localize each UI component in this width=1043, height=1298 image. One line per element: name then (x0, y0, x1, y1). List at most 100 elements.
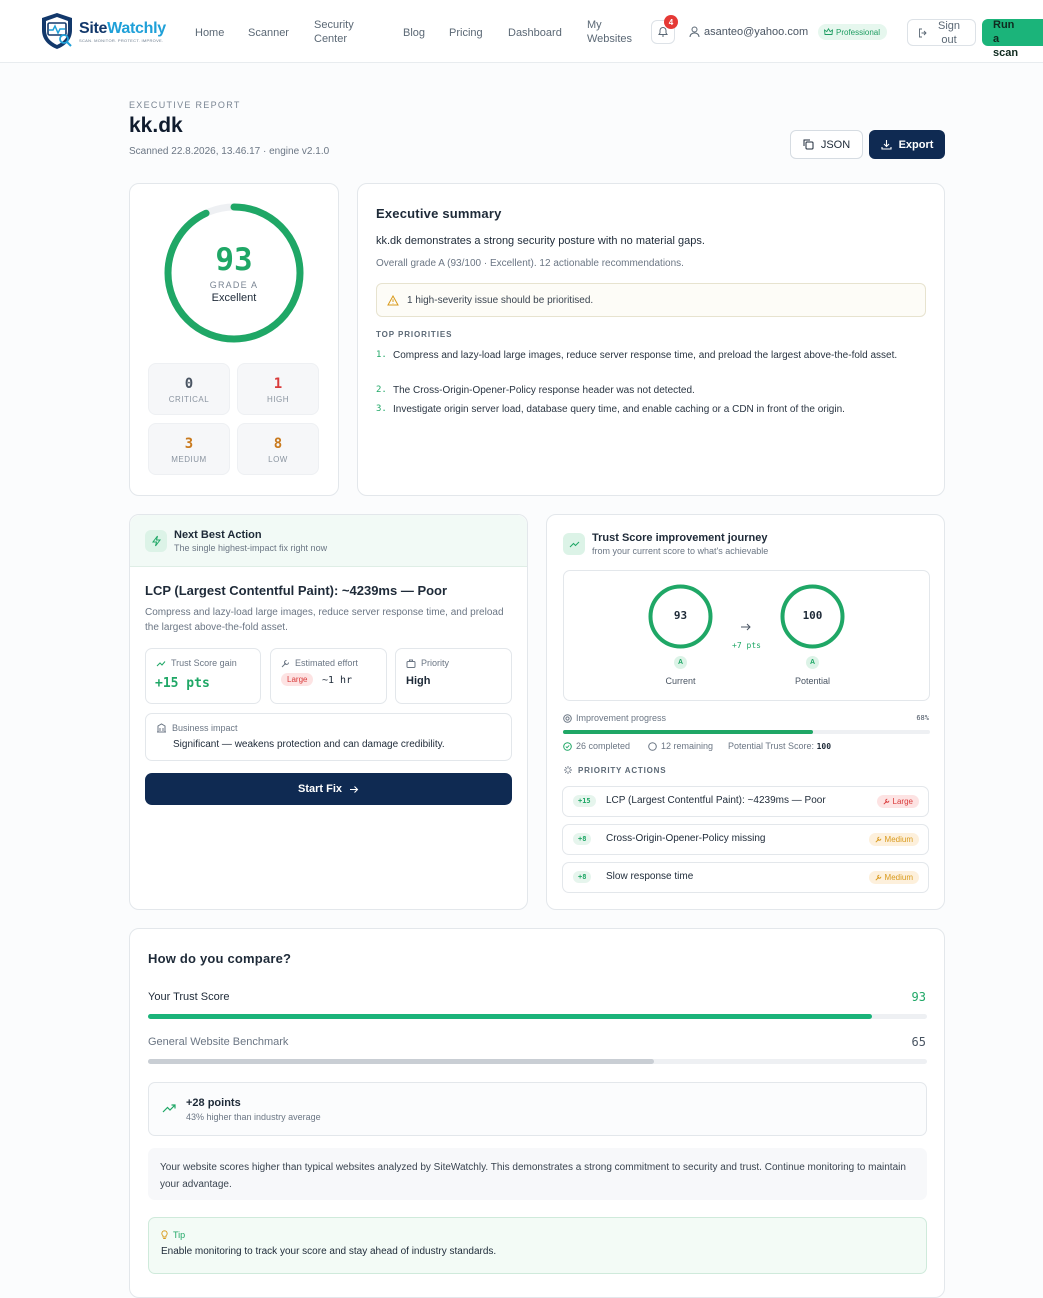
logo-tagline: SCAN. MONITOR. PROTECT. IMPROVE. (79, 37, 164, 43)
action-name: Cross-Origin-Opener-Policy missing (606, 833, 766, 844)
points-title: +28 points (186, 1097, 241, 1109)
target-icon (563, 713, 572, 723)
logo[interactable]: SiteWatchly SCAN. MONITOR. PROTECT. IMPR… (38, 10, 168, 52)
trust-gain-value: +15 pts (155, 676, 210, 691)
logo-text-a: Site (79, 19, 108, 37)
action-name: Slow response time (606, 871, 694, 882)
nav-security-center[interactable]: Security Center (314, 18, 362, 46)
action-effort-badge: Medium (868, 871, 919, 884)
tip-box: Tip Enable monitoring to track your scor… (148, 1217, 927, 1274)
score-value: 93 (215, 242, 253, 278)
nba-header: Next Best Action The single highest-impa… (130, 515, 527, 567)
plan-badge: Professional (818, 24, 888, 40)
summary-title: Executive summary (376, 206, 502, 221)
briefcase-icon (406, 659, 416, 668)
nav-dashboard[interactable]: Dashboard (508, 26, 562, 40)
priority-actions-header: PRIORITY ACTIONS (563, 765, 666, 775)
severity-critical: 0 CRITICAL (148, 363, 230, 415)
circle-icon (648, 741, 657, 751)
priority-item: 3. Investigate origin server load, databa… (376, 402, 916, 417)
completed-text: 26 completed (576, 741, 631, 751)
action-gain: +8 (573, 871, 592, 883)
nav-home[interactable]: Home (195, 26, 224, 40)
progress-percent: 68% (916, 714, 929, 722)
journey-ring-panel: 93 A Current +7 pts 100 A Potential (563, 570, 930, 701)
benchmark-fill (148, 1059, 655, 1064)
benchmark-label: General Website Benchmark (148, 1036, 289, 1048)
nav-pricing[interactable]: Pricing (449, 26, 483, 40)
logo-text-b: Watchly (107, 19, 166, 37)
tip-text: Enable monitoring to track your score an… (161, 1246, 497, 1257)
priority-action-row[interactable]: +15 LCP (Largest Contentful Paint): ~423… (562, 786, 929, 817)
action-effort: Large (892, 797, 913, 806)
progress-track (563, 730, 930, 734)
priority-number: 2. (376, 385, 387, 395)
journey-icon-box (563, 533, 585, 555)
severity-count: 0 (184, 376, 194, 392)
priority-item: 2. The Cross-Origin-Opener-Policy respons… (376, 383, 916, 398)
priority-actions-title: PRIORITY ACTIONS (578, 765, 667, 775)
progress-header: Improvement progress (563, 713, 666, 723)
next-best-action-card: Next Best Action The single highest-impa… (129, 514, 528, 910)
your-score-track (148, 1014, 927, 1019)
business-impact-label: Business impact (172, 723, 238, 733)
action-effort-badge: Large (876, 795, 919, 808)
building-icon (157, 723, 166, 733)
nba-description: Compress and lazy-load large images, red… (145, 607, 504, 633)
warning-icon (387, 294, 399, 305)
journey-subtitle: from your current score to what's achiev… (592, 546, 769, 556)
notification-count-badge: 4 (664, 15, 678, 29)
compare-paragraph: Your website scores higher than typical … (148, 1148, 927, 1200)
trust-journey-card: Trust Score improvement journey from you… (546, 514, 945, 910)
sign-out-button[interactable]: Sign out (907, 19, 976, 46)
tip-header: Tip (161, 1230, 185, 1240)
plan-badge-label: Professional (836, 27, 881, 37)
priority-box: Priority High (395, 648, 512, 704)
start-fix-button[interactable]: Start Fix (145, 773, 512, 805)
json-button[interactable]: JSON (790, 130, 863, 159)
export-button-label: Export (898, 138, 934, 151)
run-scan-button[interactable]: Run a scan (982, 19, 1043, 59)
sign-out-label: Sign out (938, 20, 961, 46)
arrow-right-icon (350, 785, 359, 793)
nba-issue: LCP (Largest Contentful Paint): ~4239ms … (145, 583, 448, 598)
severity-label: MEDIUM (171, 455, 207, 464)
severity-high: 1 HIGH (237, 363, 319, 415)
priority-number: 1. (376, 350, 387, 360)
potential-score-stat: Potential Trust Score: 100 (728, 741, 831, 751)
shield-logo-icon (42, 13, 72, 49)
wrench-icon (874, 836, 881, 843)
trending-up-icon (156, 660, 166, 666)
severity-count: 1 (273, 376, 283, 392)
lightbulb-icon (161, 1230, 168, 1239)
arrow-right-icon (741, 623, 751, 631)
user-email[interactable]: asanteo@yahoo.com (704, 26, 808, 38)
priority-action-row[interactable]: +8 Slow response time Medium (562, 862, 929, 893)
run-scan-label: Run a scan (993, 19, 1019, 59)
severity-medium: 3 MEDIUM (148, 423, 230, 475)
nav-scanner[interactable]: Scanner (248, 26, 289, 40)
current-grade-badge: A (674, 656, 687, 669)
tip-label: Tip (173, 1230, 186, 1240)
benchmark-value: 65 (911, 1035, 926, 1049)
effort-badge: Large (281, 673, 314, 686)
potential-grade-badge: A (806, 656, 819, 669)
nav-blog[interactable]: Blog (403, 26, 425, 40)
your-score-fill (148, 1014, 873, 1019)
priority-value: High (406, 675, 431, 687)
priority-action-row[interactable]: +8 Cross-Origin-Opener-Policy missing Me… (562, 824, 929, 855)
progress-label: Improvement progress (576, 713, 667, 723)
check-circle-icon (563, 741, 572, 751)
current-score-value: 93 (673, 609, 688, 622)
action-name: LCP (Largest Contentful Paint): ~4239ms … (606, 795, 826, 806)
nba-title: Next Best Action (174, 529, 262, 541)
potential-label: Potential (794, 676, 831, 686)
severity-label: HIGH (267, 395, 289, 404)
nba-icon-box (145, 530, 167, 552)
nav-my-websites[interactable]: My Websites (587, 18, 635, 46)
remaining-text: 12 remaining (661, 741, 714, 751)
priority-text: Investigate origin server load, database… (393, 404, 845, 415)
export-button[interactable]: Export (869, 130, 945, 159)
action-effort: Medium (884, 873, 913, 882)
compare-card: How do you compare? Your Trust Score 93 … (129, 928, 945, 1298)
